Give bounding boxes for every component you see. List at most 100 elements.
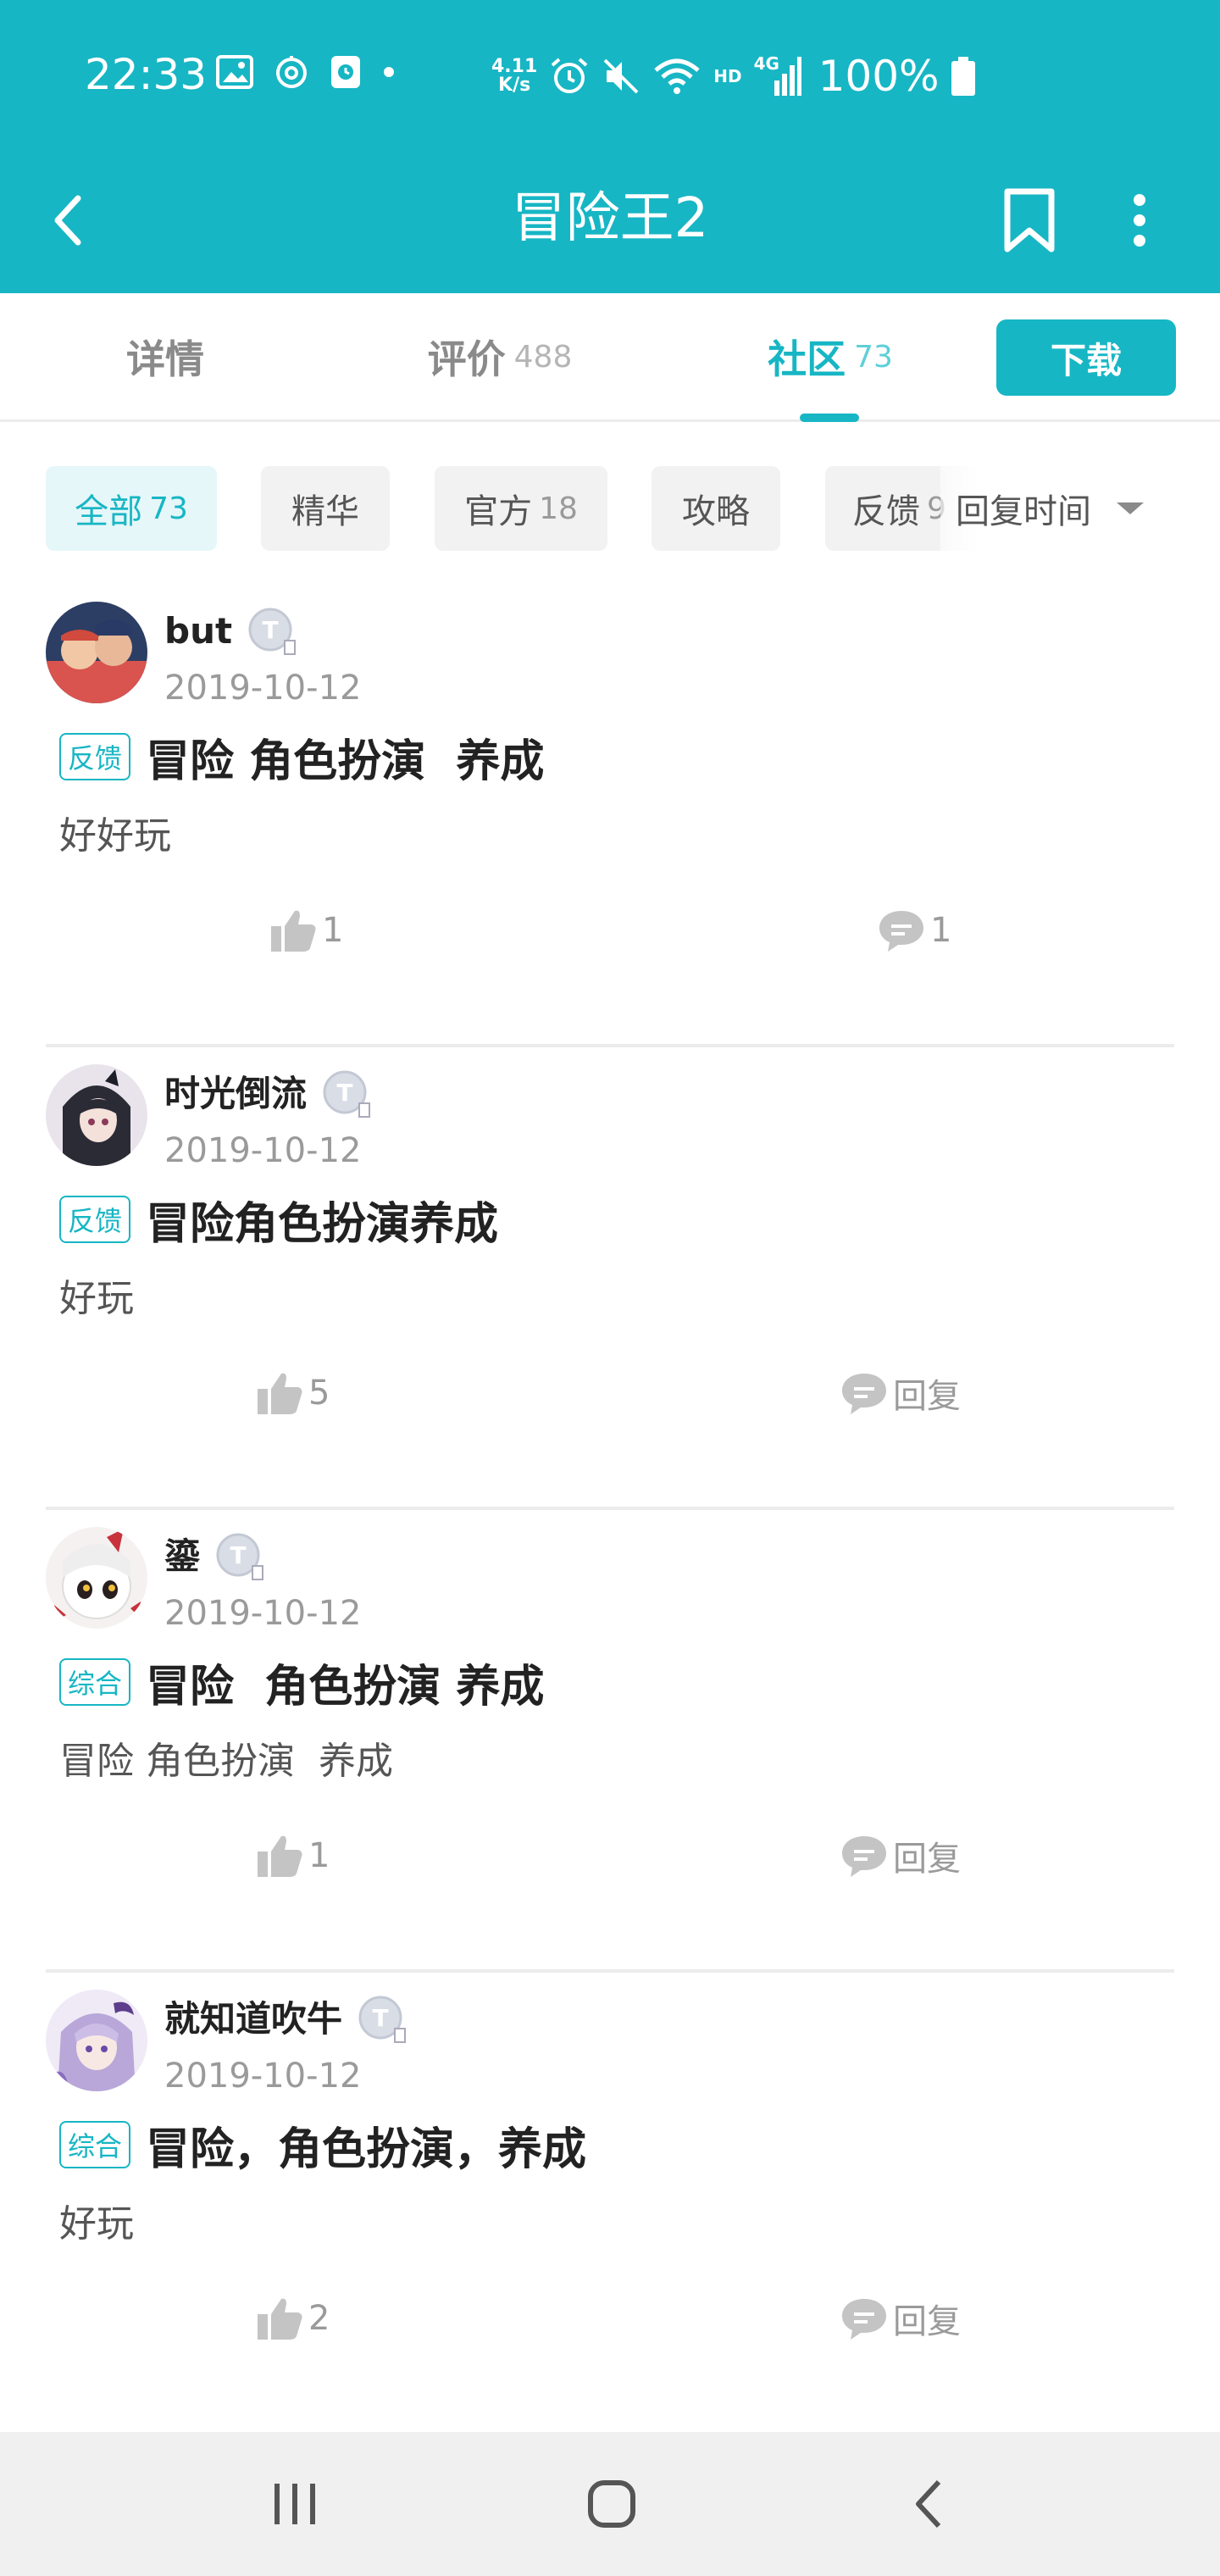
tab-community-count: 73 bbox=[854, 339, 893, 375]
reply-button[interactable]: 回复 bbox=[840, 1359, 961, 1427]
filter-guides[interactable]: 攻略 bbox=[652, 466, 780, 551]
nav-bar: 冒险王2 bbox=[0, 153, 1220, 293]
reply-label: 回复 bbox=[893, 2302, 961, 2341]
anime-avatar-icon bbox=[46, 1990, 147, 2091]
anime-avatar-icon bbox=[46, 1064, 147, 1166]
username-text: 时光倒流 bbox=[164, 1073, 308, 1114]
post-card[interactable]: but T 2019-10-12 反馈 冒险 角色扮演 养成 好好玩 1 1 bbox=[0, 585, 1220, 1047]
username-text: but bbox=[164, 610, 233, 652]
tab-details-label: 详情 bbox=[126, 336, 204, 382]
bookmark-button[interactable] bbox=[991, 178, 1068, 263]
username[interactable]: 鎏 T bbox=[164, 1532, 264, 1581]
notification-icons bbox=[216, 54, 396, 90]
wifi-icon bbox=[654, 58, 700, 94]
filter-all[interactable]: 全部 73 bbox=[46, 466, 217, 551]
like-button[interactable]: 2 bbox=[256, 2285, 330, 2352]
avatar[interactable] bbox=[46, 1990, 147, 2091]
tab-reviews-count: 488 bbox=[513, 339, 573, 375]
alarm-icon bbox=[551, 58, 588, 93]
tab-reviews[interactable]: 评价 488 bbox=[381, 293, 618, 420]
username-text: 鎏 bbox=[164, 1535, 201, 1577]
more-options-button[interactable] bbox=[1101, 178, 1178, 263]
like-count: 1 bbox=[308, 1836, 330, 1875]
cell-signal: 4G bbox=[754, 53, 801, 97]
post-card[interactable]: 时光倒流 T 2019-10-12 反馈 冒险角色扮演养成 好玩 5 回复 bbox=[0, 1047, 1220, 1510]
more-notifications-dot-icon bbox=[384, 67, 394, 77]
thumbs-up-icon bbox=[258, 1373, 302, 1414]
comment-icon bbox=[842, 1374, 886, 1414]
download-button[interactable]: 下载 bbox=[996, 319, 1176, 396]
like-button[interactable]: 5 bbox=[256, 1359, 330, 1427]
hd-label: HD bbox=[713, 66, 742, 86]
cell-signal-icon bbox=[774, 57, 801, 96]
level-badge-icon: T bbox=[322, 1069, 371, 1119]
recent-apps-icon bbox=[274, 2484, 315, 2524]
post-title-row[interactable]: 反馈 冒险 角色扮演 养成 bbox=[59, 727, 544, 787]
filter-official[interactable]: 官方 18 bbox=[435, 466, 607, 551]
home-icon bbox=[588, 2480, 635, 2528]
battery-icon bbox=[951, 57, 975, 96]
post-tag: 综合 bbox=[59, 1658, 131, 1706]
back-icon bbox=[916, 2479, 941, 2529]
reply-label: 回复 bbox=[893, 1377, 961, 1416]
more-vertical-icon bbox=[1134, 194, 1145, 247]
tab-details[interactable]: 详情 bbox=[68, 293, 263, 420]
filter-all-label: 全部 bbox=[75, 492, 143, 531]
post-title-row[interactable]: 反馈 冒险角色扮演养成 bbox=[59, 1190, 499, 1250]
like-button[interactable]: 1 bbox=[256, 1822, 330, 1890]
system-status-icons: 4.11 K/s HD 4G 100% bbox=[491, 49, 975, 103]
username[interactable]: 时光倒流 T bbox=[164, 1069, 371, 1119]
post-title: 冒险 角色扮演 养成 bbox=[146, 1661, 545, 1713]
network-speed: 4.11 K/s bbox=[491, 58, 537, 95]
comment-icon bbox=[842, 2299, 886, 2340]
username[interactable]: 就知道吹牛 T bbox=[164, 1995, 407, 2044]
level-badge-icon: T bbox=[358, 1995, 407, 2044]
sort-dropdown[interactable]: 回复时间 bbox=[940, 466, 1220, 551]
post-card[interactable]: 就知道吹牛 T 2019-10-12 综合 冒险，角色扮演，养成 好玩 2 回复 bbox=[0, 1973, 1220, 2435]
post-body: 冒险 角色扮演 养成 bbox=[59, 1740, 393, 1783]
avatar[interactable] bbox=[46, 602, 147, 703]
filter-featured[interactable]: 精华 bbox=[261, 466, 390, 551]
tab-community-label: 社区 bbox=[768, 336, 846, 382]
tab-reviews-label: 评价 bbox=[427, 336, 506, 382]
clock-app-icon bbox=[331, 56, 360, 88]
post-date: 2019-10-12 bbox=[164, 2057, 362, 2096]
thumbs-up-icon bbox=[258, 1835, 302, 1877]
post-body: 好好玩 bbox=[59, 814, 171, 858]
tab-community[interactable]: 社区 73 bbox=[729, 293, 932, 420]
active-tab-indicator bbox=[800, 414, 859, 422]
filter-all-count: 73 bbox=[149, 491, 188, 526]
post-card[interactable]: 鎏 T 2019-10-12 综合 冒险 角色扮演 养成 冒险 角色扮演 养成 … bbox=[0, 1510, 1220, 1973]
mute-icon bbox=[603, 58, 639, 94]
post-title-row[interactable]: 综合 冒险，角色扮演，养成 bbox=[59, 2115, 586, 2175]
level-badge-icon: T bbox=[247, 607, 297, 656]
comment-icon bbox=[842, 1836, 886, 1877]
reply-button[interactable]: 回复 bbox=[840, 1822, 961, 1890]
recent-apps-button[interactable] bbox=[244, 2457, 346, 2551]
reply-button[interactable]: 1 bbox=[878, 897, 951, 964]
reply-count: 1 bbox=[930, 911, 952, 950]
battery-percent: 100% bbox=[818, 52, 940, 101]
thumbs-up-icon bbox=[271, 910, 316, 952]
system-back-button[interactable] bbox=[878, 2457, 979, 2551]
system-navigation-bar bbox=[0, 2432, 1220, 2576]
gallery-icon bbox=[216, 55, 253, 89]
post-title-row[interactable]: 综合 冒险 角色扮演 养成 bbox=[59, 1652, 545, 1713]
post-body: 好玩 bbox=[59, 1277, 134, 1320]
post-tag: 反馈 bbox=[59, 1196, 131, 1243]
avatar[interactable] bbox=[46, 1064, 147, 1166]
home-button[interactable] bbox=[561, 2457, 663, 2551]
comment-icon bbox=[879, 911, 923, 952]
username[interactable]: but T bbox=[164, 607, 297, 656]
post-date: 2019-10-12 bbox=[164, 669, 362, 708]
filter-official-label: 官方 bbox=[464, 492, 533, 531]
reply-button[interactable]: 回复 bbox=[840, 2285, 961, 2352]
network-speed-value: 4.11 bbox=[491, 56, 538, 77]
filter-guides-label: 攻略 bbox=[682, 492, 750, 531]
post-title: 冒险角色扮演养成 bbox=[146, 1198, 499, 1250]
svg-text:T: T bbox=[336, 1079, 352, 1107]
avatar[interactable] bbox=[46, 1527, 147, 1629]
like-count: 1 bbox=[322, 911, 344, 950]
filter-official-count: 18 bbox=[539, 491, 578, 526]
like-button[interactable]: 1 bbox=[269, 897, 343, 964]
